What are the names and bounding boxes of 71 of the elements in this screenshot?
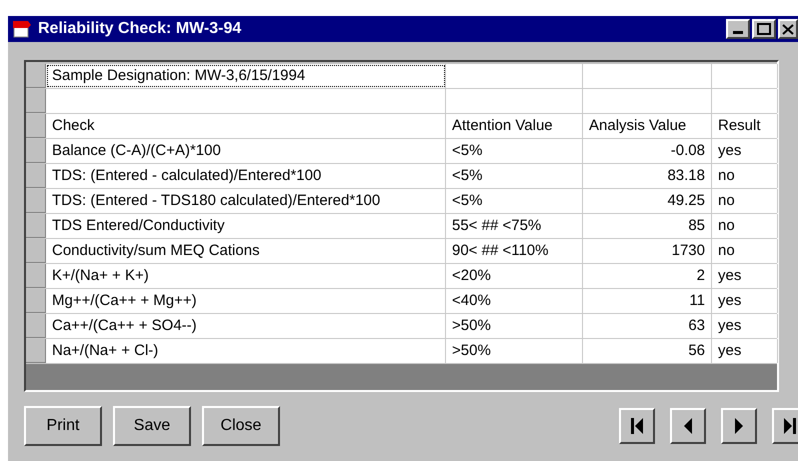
previous-record-icon [684,418,692,434]
table-cell: 63 [583,314,712,338]
table-cell: 1730 [583,239,712,263]
maximize-icon [757,23,771,35]
table-cell: -0.08 [583,139,712,163]
table-cell: <5% [446,139,583,163]
table-cell: <5% [446,189,583,213]
table-cell: <20% [446,264,583,288]
minimize-icon [733,31,743,34]
action-button[interactable]: Save [113,406,191,446]
table-cell: yes [712,289,778,313]
close-icon [782,24,794,34]
table-cell: 11 [583,289,712,313]
table-cell: Ca++/(Ca++ + SO4--) [46,314,446,338]
table-cell: >50% [446,314,583,338]
table-cell: no [712,239,778,263]
column-header: Attention Value [446,114,583,138]
window-title: Reliability Check: MW-3-94 [38,19,242,39]
table-cell: 2 [583,264,712,288]
row-header[interactable] [26,189,46,213]
row-header[interactable] [26,214,46,238]
table-cell: no [712,189,778,213]
table-cell: no [712,214,778,238]
table-cell: Conductivity/sum MEQ Cations [46,239,446,263]
table-cell: yes [712,139,778,163]
table-cell: TDS: (Entered - TDS180 calculated)/Entered*100 [46,189,446,213]
row-header[interactable] [26,139,46,163]
navigation-button[interactable] [619,408,655,444]
table-cell: Mg++/(Ca++ + Mg++) [46,289,446,313]
table-cell: 90< ## <110% [446,239,583,263]
table-cell: K+/(Na+ + K+) [46,264,446,288]
column-header: Check [46,114,446,138]
table-cell: 83.18 [583,164,712,188]
navigation-button[interactable] [721,408,757,444]
table-cell: Na+/(Na+ + Cl-) [46,339,446,363]
table-cell: no [712,164,778,188]
table-cell: 56 [583,339,712,363]
row-header[interactable] [26,289,46,313]
table-cell: yes [712,339,778,363]
table-cell: >50% [446,339,583,363]
first-record-icon [631,418,643,434]
row-header[interactable] [26,89,46,113]
row-header[interactable] [26,314,46,338]
next-record-icon [735,418,743,434]
row-header[interactable] [26,64,46,88]
row-header[interactable] [26,264,46,288]
table-cell: <40% [446,289,583,313]
action-button[interactable]: Close [202,406,280,446]
table-cell: yes [712,314,778,338]
table-cell: 55< ## <75% [446,214,583,238]
maximize-button[interactable] [752,19,776,39]
row-header[interactable] [26,164,46,188]
column-header: Result [712,114,778,138]
table-cell: 49.25 [583,189,712,213]
row-header[interactable] [26,114,46,138]
row-header[interactable] [26,339,46,363]
column-header: Analysis Value [583,114,712,138]
table-cell: 85 [583,214,712,238]
navigation-button[interactable] [772,408,798,444]
table-cell: <5% [446,164,583,188]
table-cell: TDS: (Entered - calculated)/Entered*100 [46,164,446,188]
window-app-icon [12,20,32,38]
last-record-icon [784,418,796,434]
row-header[interactable] [26,239,46,263]
close-button[interactable] [778,19,798,39]
table-cell: yes [712,264,778,288]
table-cell: Balance (C-A)/(C+A)*100 [46,139,446,163]
navigation-button[interactable] [670,408,706,444]
minimize-button[interactable] [726,19,750,39]
action-button[interactable]: Print [24,406,102,446]
table-cell: TDS Entered/Conductivity [46,214,446,238]
